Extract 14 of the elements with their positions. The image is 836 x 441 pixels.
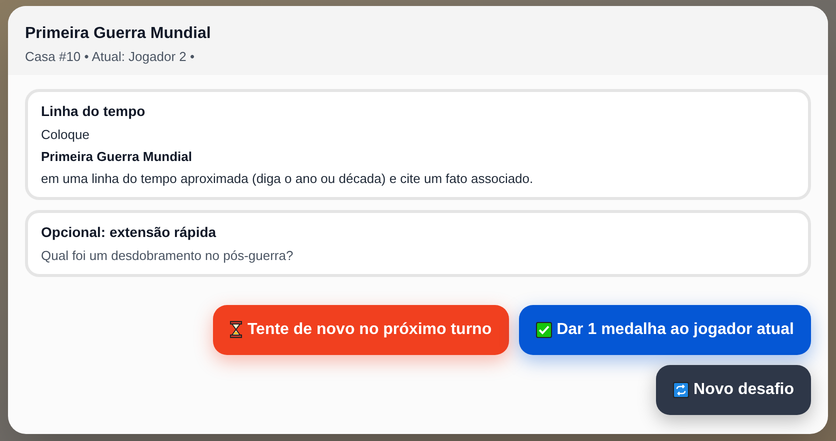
modal-title: Primeira Guerra Mundial <box>25 24 212 44</box>
checkmark-icon <box>536 322 552 338</box>
card-text: em uma linha do tempo aproximada (diga o ano ou década) e cite um fato associado. <box>41 170 534 188</box>
modal-subtitle: Casa #10 • Atual: Jogador 2 • <box>25 48 196 66</box>
card-text: Qual foi um desdobramento no pós-guerra? <box>41 246 294 264</box>
hourglass-icon <box>230 321 242 338</box>
action-button[interactable]: Tente de novo no próximo turno <box>213 304 509 354</box>
action-button[interactable]: Novo desafio <box>656 364 811 414</box>
repeat-icon <box>672 382 689 398</box>
card-heading: Linha do tempo <box>41 102 146 121</box>
card-heading: Opcional: extensão rápida <box>41 222 218 242</box>
card-text: Primeira Guerra Mundial <box>41 148 193 166</box>
card-text: Coloque <box>41 126 90 144</box>
action-button[interactable]: Dar 1 medalha ao jogador atual <box>518 304 811 354</box>
